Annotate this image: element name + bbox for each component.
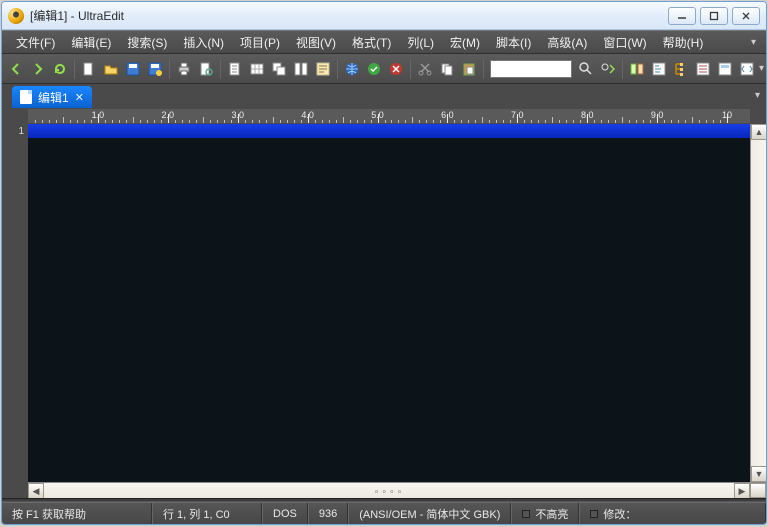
status-codepage[interactable]: 936 — [308, 503, 348, 524]
tab-bar: 编辑1 ✕ ▾ — [2, 84, 766, 108]
tile-icon[interactable] — [291, 59, 311, 79]
save-icon[interactable] — [123, 59, 143, 79]
scroll-down-icon[interactable]: ▼ — [751, 466, 767, 482]
menu-format[interactable]: 格式(T) — [344, 32, 399, 53]
scroll-right-icon[interactable]: ▶ — [734, 483, 750, 499]
page-setup-icon[interactable] — [225, 59, 245, 79]
tab-close-icon[interactable]: ✕ — [75, 91, 84, 104]
scroll-up-icon[interactable]: ▲ — [751, 124, 767, 140]
html-tidy-icon[interactable] — [386, 59, 406, 79]
scrollbar-corner — [750, 483, 766, 498]
find-input[interactable] — [490, 60, 572, 78]
tab-label: 编辑1 — [38, 89, 69, 106]
titlebar[interactable]: [编辑1] - UltraEdit — [2, 2, 766, 30]
menu-edit[interactable]: 编辑(E) — [63, 32, 119, 53]
menu-search[interactable]: 搜索(S) — [119, 32, 175, 53]
app-window: [编辑1] - UltraEdit 文件(F) 编辑(E) 搜索(S) 插入(N… — [1, 1, 767, 525]
web-browser-icon[interactable] — [342, 59, 362, 79]
app-icon — [8, 8, 24, 24]
cascade-icon[interactable] — [269, 59, 289, 79]
minimize-button[interactable] — [668, 7, 696, 25]
maximize-button[interactable] — [700, 7, 728, 25]
template-list-icon[interactable] — [715, 59, 735, 79]
menu-column[interactable]: 列(L) — [399, 32, 442, 53]
menu-macro[interactable]: 宏(M) — [442, 32, 488, 53]
file-tree-icon[interactable] — [671, 59, 691, 79]
new-file-icon[interactable] — [79, 59, 99, 79]
window-title: [编辑1] - UltraEdit — [30, 7, 668, 24]
status-bar: 按 F1 获取帮助 行 1, 列 1, C0 DOS 936 (ANSI/OEM… — [2, 502, 766, 524]
current-line-highlight — [28, 124, 750, 138]
find-icon[interactable] — [576, 59, 596, 79]
splitter-grip-icon[interactable]: ∘∘∘∘ — [374, 486, 405, 497]
horizontal-scrollbar[interactable]: ◀ ∘∘∘∘ ▶ — [28, 482, 766, 498]
cut-icon[interactable] — [415, 59, 435, 79]
macro-list-icon[interactable] — [693, 59, 713, 79]
back-icon[interactable] — [6, 59, 26, 79]
menu-help[interactable]: 帮助(H) — [655, 32, 712, 53]
status-modified: 修改： — [579, 503, 766, 524]
status-highlight[interactable]: 不高亮 — [511, 503, 579, 524]
toolbar-overflow-icon[interactable]: ▾ — [759, 63, 767, 74]
document-icon — [20, 90, 32, 104]
html-validate-icon[interactable] — [364, 59, 384, 79]
save-as-icon[interactable] — [145, 59, 165, 79]
forward-icon[interactable] — [28, 59, 48, 79]
status-eol[interactable]: DOS — [262, 503, 308, 524]
tab-edit1[interactable]: 编辑1 ✕ — [12, 86, 92, 108]
menubar: 文件(F) 编辑(E) 搜索(S) 插入(N) 项目(P) 视图(V) 格式(T… — [2, 30, 766, 54]
ruler-row: 1.02.03.04.05.06.07.08.09.010 — [2, 108, 766, 124]
line-number-gutter: 1 — [2, 124, 28, 482]
copy-icon[interactable] — [437, 59, 457, 79]
find-next-icon[interactable] — [598, 59, 618, 79]
toolbar: ▾ — [2, 54, 766, 84]
line-number-1: 1 — [2, 126, 24, 137]
paste-icon[interactable] — [459, 59, 479, 79]
print-preview-icon[interactable] — [196, 59, 216, 79]
menu-file[interactable]: 文件(F) — [8, 32, 63, 53]
word-wrap-icon[interactable] — [313, 59, 333, 79]
menubar-overflow-icon[interactable]: ▾ — [751, 37, 760, 48]
menu-project[interactable]: 项目(P) — [232, 32, 288, 53]
status-position[interactable]: 行 1, 列 1, C0 — [152, 503, 262, 524]
sessions-icon[interactable] — [627, 59, 647, 79]
menu-advanced[interactable]: 高级(A) — [539, 32, 595, 53]
tag-list-icon[interactable] — [737, 59, 757, 79]
function-list-icon[interactable] — [649, 59, 669, 79]
menu-script[interactable]: 脚本(I) — [488, 32, 539, 53]
refresh-icon[interactable] — [50, 59, 70, 79]
scroll-left-icon[interactable]: ◀ — [28, 483, 44, 499]
close-button[interactable] — [732, 7, 760, 25]
text-editor[interactable] — [28, 124, 750, 482]
vertical-scrollbar[interactable]: ▲ ▼ — [750, 124, 766, 482]
toggle-hex-icon[interactable] — [247, 59, 267, 79]
print-icon[interactable] — [174, 59, 194, 79]
status-help: 按 F1 获取帮助 — [2, 503, 152, 524]
open-file-icon[interactable] — [101, 59, 121, 79]
tablist-dropdown-icon[interactable]: ▾ — [755, 90, 760, 101]
menu-view[interactable]: 视图(V) — [288, 32, 344, 53]
menu-window[interactable]: 窗口(W) — [595, 32, 654, 53]
menu-insert[interactable]: 插入(N) — [175, 32, 232, 53]
editor-area: 1 ▲ ▼ — [2, 124, 766, 482]
horizontal-ruler[interactable]: 1.02.03.04.05.06.07.08.09.010 — [28, 109, 750, 123]
status-encoding[interactable]: (ANSI/OEM - 简体中文 GBK) — [348, 503, 511, 524]
